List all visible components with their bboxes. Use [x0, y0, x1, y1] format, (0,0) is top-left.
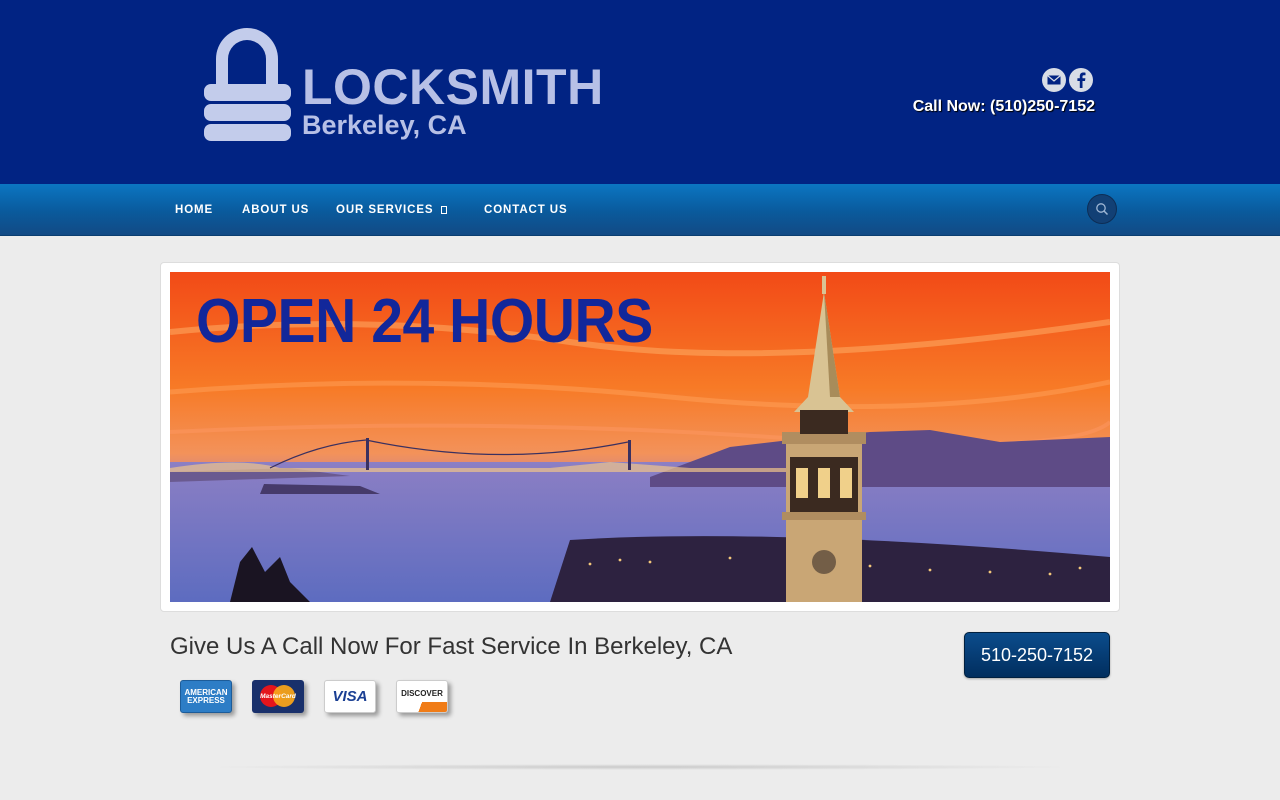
padlock-bar — [204, 84, 291, 101]
phone-call-button[interactable]: 510-250-7152 — [964, 632, 1110, 678]
discover-card-icon: DISCOVER — [396, 680, 448, 713]
nav-item-contact-us[interactable]: CONTACT US — [484, 204, 568, 216]
search-button[interactable] — [1087, 194, 1117, 224]
hero-banner: OPEN 24 HOURS — [160, 262, 1120, 612]
social-links — [1042, 68, 1093, 92]
dropdown-icon — [440, 206, 447, 214]
nav-item-about-us[interactable]: ABOUT US — [242, 204, 309, 216]
logo-title: LOCKSMITH — [302, 59, 604, 115]
discover-stripe — [397, 702, 447, 712]
facebook-icon[interactable] — [1069, 68, 1093, 92]
padlock-bar — [204, 104, 291, 121]
discover-label: DISCOVER — [401, 689, 443, 698]
nav-item-home[interactable]: HOME — [175, 204, 213, 216]
payment-cards: AMERICAN EXPRESS MasterCard VISA DISCOVE… — [180, 680, 448, 713]
amex-card-icon: AMERICAN EXPRESS — [180, 680, 232, 713]
email-icon[interactable] — [1042, 68, 1066, 92]
logo-subtitle: Berkeley, CA — [302, 110, 467, 140]
hero-image: OPEN 24 HOURS — [170, 272, 1110, 602]
footer-divider — [200, 764, 1080, 770]
call-to-action-text: Give Us A Call Now For Fast Service In B… — [170, 633, 733, 660]
padlock-bar — [204, 124, 291, 141]
site-logo[interactable]: LOCKSMITH Berkeley, CA — [204, 28, 603, 148]
mastercard-label: MasterCard — [260, 693, 296, 700]
call-now-text[interactable]: Call Now: (510)250-7152 — [913, 98, 1095, 116]
site-header: LOCKSMITH Berkeley, CA Call Now: (510)25… — [0, 0, 1280, 184]
nav-item-label: OUR SERVICES — [336, 204, 434, 216]
search-icon — [1096, 203, 1109, 216]
visa-card-icon: VISA — [324, 680, 376, 713]
mastercard-card-icon: MasterCard — [252, 680, 304, 713]
padlock-icon — [216, 28, 278, 88]
banner-headline: OPEN 24 HOURS — [196, 287, 653, 356]
nav-item-our-services[interactable]: OUR SERVICES — [336, 204, 447, 216]
main-nav: HOME ABOUT US OUR SERVICES CONTACT US — [0, 184, 1280, 236]
